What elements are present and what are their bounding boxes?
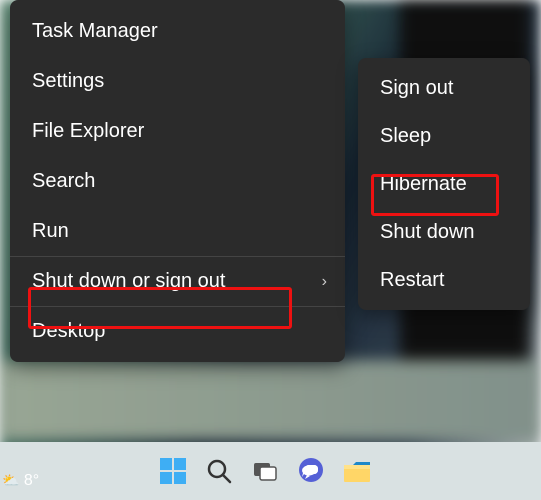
- menu-item-task-manager[interactable]: Task Manager: [10, 6, 345, 56]
- menu-item-label: Settings: [32, 70, 104, 93]
- taskbar: [0, 442, 541, 500]
- menu-item-desktop[interactable]: Desktop: [10, 306, 345, 356]
- menu-item-label: Sleep: [380, 125, 431, 148]
- search-icon: [205, 457, 233, 485]
- menu-item-label: Restart: [380, 269, 444, 292]
- menu-item-label: Run: [32, 220, 69, 243]
- file-explorer-button[interactable]: [334, 448, 380, 494]
- menu-item-label: File Explorer: [32, 120, 144, 143]
- cloud-sun-icon: ⛅: [2, 472, 19, 488]
- chat-icon: [296, 456, 326, 486]
- menu-item-label: Desktop: [32, 320, 105, 343]
- task-view-icon: [251, 457, 279, 485]
- menu-item-search[interactable]: Search: [10, 156, 345, 206]
- chevron-right-icon: ›: [322, 273, 327, 291]
- menu-item-run[interactable]: Run: [10, 206, 345, 256]
- submenu-item-sign-out[interactable]: Sign out: [358, 64, 530, 112]
- winx-menu: Task Manager Settings File Explorer Sear…: [10, 0, 345, 362]
- menu-item-file-explorer[interactable]: File Explorer: [10, 106, 345, 156]
- temperature-value: 8°: [24, 472, 39, 489]
- submenu-item-sleep[interactable]: Sleep: [358, 112, 530, 160]
- chat-button[interactable]: [288, 448, 334, 494]
- power-submenu: Sign out Sleep Hibernate Shut down Resta…: [358, 58, 530, 310]
- menu-item-label: Search: [32, 170, 95, 193]
- submenu-item-hibernate[interactable]: Hibernate: [358, 160, 530, 208]
- menu-item-label: Hibernate: [380, 173, 467, 196]
- folder-icon: [342, 457, 372, 485]
- task-view-button[interactable]: [242, 448, 288, 494]
- menu-item-shutdown-signout[interactable]: Shut down or sign out ›: [10, 256, 345, 306]
- taskbar-search-button[interactable]: [196, 448, 242, 494]
- submenu-item-shut-down[interactable]: Shut down: [358, 208, 530, 256]
- menu-item-label: Shut down or sign out: [32, 270, 225, 293]
- start-button[interactable]: [150, 448, 196, 494]
- menu-item-settings[interactable]: Settings: [10, 56, 345, 106]
- menu-item-label: Shut down: [380, 221, 475, 244]
- menu-item-label: Sign out: [380, 77, 453, 100]
- windows-start-icon: [158, 456, 188, 486]
- menu-item-label: Task Manager: [32, 20, 158, 43]
- weather-widget[interactable]: ⛅ 8°: [2, 472, 39, 490]
- submenu-item-restart[interactable]: Restart: [358, 256, 530, 304]
